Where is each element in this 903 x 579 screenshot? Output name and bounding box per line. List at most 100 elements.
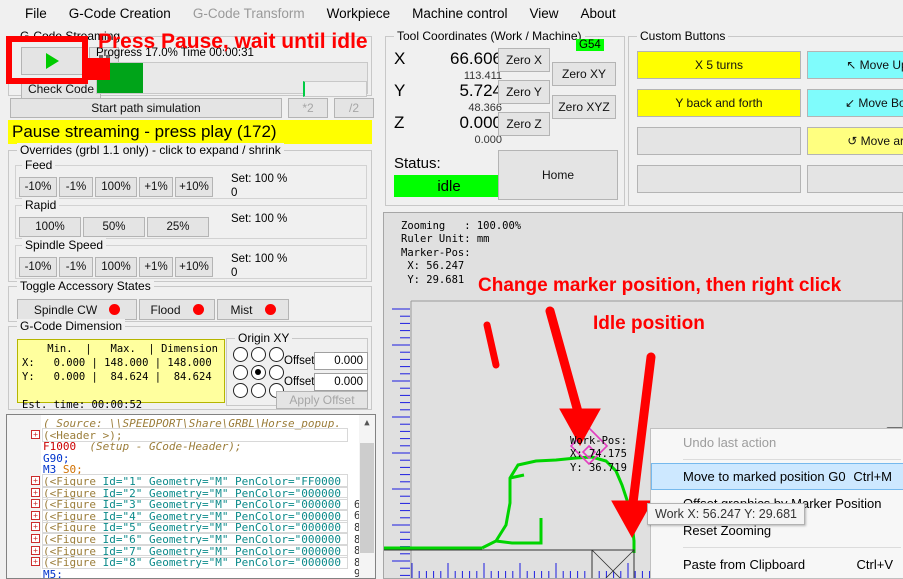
overrides-legend: Overrides (grbl 1.1 only) - click to exp… bbox=[17, 143, 284, 157]
rapid-50-button[interactable]: 50% bbox=[83, 217, 145, 237]
feed-minus10-button[interactable]: -10% bbox=[19, 177, 57, 197]
scroll-up-icon[interactable]: ▲ bbox=[359, 415, 375, 432]
ctx-reset-zoom-label: Reset Zooming bbox=[683, 523, 771, 538]
menu-gcode-transform[interactable]: G-Code Transform bbox=[182, 0, 316, 28]
apply-offset-button[interactable]: Apply Offset bbox=[276, 391, 368, 409]
zero-xyz-button[interactable]: Zero XYZ bbox=[552, 95, 616, 119]
sim-speed-div2-button[interactable]: /2 bbox=[334, 98, 374, 118]
editor-fold-expand-icon[interactable]: + bbox=[31, 476, 40, 485]
home-button[interactable]: Home bbox=[498, 150, 618, 200]
secondary-progress-bar bbox=[303, 81, 367, 97]
editor-fold-expand-icon[interactable]: + bbox=[31, 430, 40, 439]
spindle-100-button[interactable]: 100% bbox=[95, 257, 137, 277]
editor-fold-expand-icon[interactable]: + bbox=[31, 522, 40, 531]
gcode-dimension-legend: G-Code Dimension bbox=[17, 319, 125, 333]
spindle-minus1-button[interactable]: -1% bbox=[59, 257, 93, 277]
feed-set-value: 0 bbox=[231, 187, 237, 199]
start-path-simulation-button[interactable]: Start path simulation bbox=[10, 98, 282, 118]
press-pause-callout: Press Pause, wait until idle bbox=[98, 30, 368, 54]
editor-scrollbar[interactable]: ▲ bbox=[359, 415, 375, 578]
spindle-cw-label: Spindle CW bbox=[34, 303, 97, 317]
origin-radio-2[interactable] bbox=[269, 347, 284, 362]
ctx-move-accel: Ctrl+M bbox=[853, 469, 892, 484]
feed-legend: Feed bbox=[22, 158, 55, 172]
editor-fold-expand-icon[interactable]: + bbox=[31, 546, 40, 555]
ctx-paste-label: Paste from Clipboard bbox=[683, 557, 805, 572]
editor-fold-expand-icon[interactable]: + bbox=[31, 511, 40, 520]
menu-about[interactable]: About bbox=[570, 0, 627, 28]
ctx-separator-2 bbox=[683, 547, 901, 548]
custom-button-empty-2[interactable] bbox=[637, 165, 801, 193]
overrides-group[interactable]: Overrides (grbl 1.1 only) - click to exp… bbox=[8, 150, 372, 282]
editor-fold-expand-icon[interactable]: + bbox=[31, 488, 40, 497]
work-pos-readout: Work-Pos: X: 74.175 Y: 36.719 bbox=[570, 435, 627, 475]
status-label: Status: bbox=[394, 155, 441, 172]
origin-radio-1[interactable] bbox=[251, 347, 266, 362]
zero-x-button[interactable]: Zero X bbox=[498, 48, 550, 72]
spindle-cw-button[interactable]: Spindle CW bbox=[17, 299, 137, 320]
origin-radio-7[interactable] bbox=[251, 383, 266, 398]
marker-position-tooltip: Work X: 56.247 Y: 29.681 bbox=[647, 503, 805, 525]
menu-gcode-creation[interactable]: G-Code Creation bbox=[58, 0, 182, 28]
zero-y-button[interactable]: Zero Y bbox=[498, 80, 550, 104]
custom-button-x5turns[interactable]: X 5 turns bbox=[637, 51, 801, 79]
editor-fold-expand-icon[interactable]: + bbox=[31, 534, 40, 543]
ctx-paste-from-clipboard[interactable]: Paste from Clipboard Ctrl+V bbox=[651, 551, 903, 578]
custom-button-move-around[interactable]: ↺ Move around bbox=[807, 127, 903, 155]
gcode-editor[interactable]: 3( Source: \\SPEEDPORT\Share\GRBL\Horse_… bbox=[6, 414, 376, 579]
editor-fold-expand-icon[interactable]: + bbox=[31, 557, 40, 566]
mist-button[interactable]: Mist bbox=[217, 299, 289, 320]
feed-plus10-button[interactable]: +10% bbox=[175, 177, 213, 197]
menu-view[interactable]: View bbox=[518, 0, 569, 28]
rapid-100-button[interactable]: 100% bbox=[19, 217, 81, 237]
origin-radio-6[interactable] bbox=[233, 383, 248, 398]
axis-y-work: 5.724 bbox=[406, 81, 502, 101]
sim-speed-times2-button[interactable]: *2 bbox=[288, 98, 328, 118]
rapid-legend: Rapid bbox=[22, 198, 59, 212]
custom-button-empty-3[interactable] bbox=[807, 165, 903, 193]
rapid-25-button[interactable]: 25% bbox=[147, 217, 209, 237]
feed-plus1-button[interactable]: +1% bbox=[139, 177, 173, 197]
ctx-paste-accel: Ctrl+V bbox=[857, 557, 893, 572]
zero-z-button[interactable]: Zero Z bbox=[498, 112, 550, 136]
accessory-legend: Toggle Accessory States bbox=[17, 279, 154, 293]
offset-y-input[interactable]: 0.000 bbox=[314, 373, 368, 391]
spindle-plus1-button[interactable]: +1% bbox=[139, 257, 173, 277]
menu-workpiece[interactable]: Workpiece bbox=[316, 0, 402, 28]
menu-file[interactable]: File bbox=[14, 0, 58, 28]
origin-radio-5[interactable] bbox=[269, 365, 284, 380]
ctx-undo-last-action[interactable]: Undo last action bbox=[651, 429, 903, 456]
axis-x-work: 66.606 bbox=[406, 49, 502, 69]
flood-led-icon bbox=[193, 304, 204, 315]
offset-x-input[interactable]: 0.000 bbox=[314, 352, 368, 370]
annotation-idle-position: Idle position bbox=[593, 313, 705, 335]
feed-100-button[interactable]: 100% bbox=[95, 177, 137, 197]
custom-buttons-legend: Custom Buttons bbox=[637, 29, 728, 43]
mist-label: Mist bbox=[231, 303, 253, 317]
custom-button-empty-1[interactable] bbox=[637, 127, 801, 155]
editor-fold-expand-icon[interactable]: + bbox=[31, 499, 40, 508]
menu-machine-control[interactable]: Machine control bbox=[401, 0, 518, 28]
toggle-accessory-group: Toggle Accessory States Spindle CW Flood… bbox=[8, 286, 372, 322]
origin-radio-3[interactable] bbox=[233, 365, 248, 380]
axis-y-label: Y bbox=[394, 81, 405, 101]
gcode-dimension-readout: Min. | Max. | Dimension X: 0.000 | 148.0… bbox=[17, 339, 225, 403]
axis-x-label: X bbox=[394, 49, 405, 69]
spindle-set-label: Set: 100 % bbox=[231, 253, 287, 265]
origin-radio-0[interactable] bbox=[233, 347, 248, 362]
flood-button[interactable]: Flood bbox=[139, 299, 215, 320]
spindle-plus10-button[interactable]: +10% bbox=[175, 257, 213, 277]
editor-scrollbar-thumb[interactable] bbox=[360, 443, 374, 553]
editor-line-text: M5; bbox=[43, 568, 63, 579]
pause-streaming-banner: Pause streaming - press play (172) bbox=[8, 120, 372, 144]
zero-xy-button[interactable]: Zero XY bbox=[552, 62, 616, 86]
custom-button-move-bot-left[interactable]: ↙ Move Bot-Left bbox=[807, 89, 903, 117]
spindle-minus10-button[interactable]: -10% bbox=[19, 257, 57, 277]
play-button-highlight bbox=[6, 36, 88, 84]
custom-button-y-back-forth[interactable]: Y back and forth bbox=[637, 89, 801, 117]
origin-radio-4[interactable] bbox=[251, 365, 266, 380]
feed-minus1-button[interactable]: -1% bbox=[59, 177, 93, 197]
custom-button-move-up-left[interactable]: ↖ Move Up-Left bbox=[807, 51, 903, 79]
status-badge: idle bbox=[394, 175, 504, 197]
ctx-move-to-marked-position[interactable]: Move to marked position G0 Ctrl+M bbox=[651, 463, 903, 490]
